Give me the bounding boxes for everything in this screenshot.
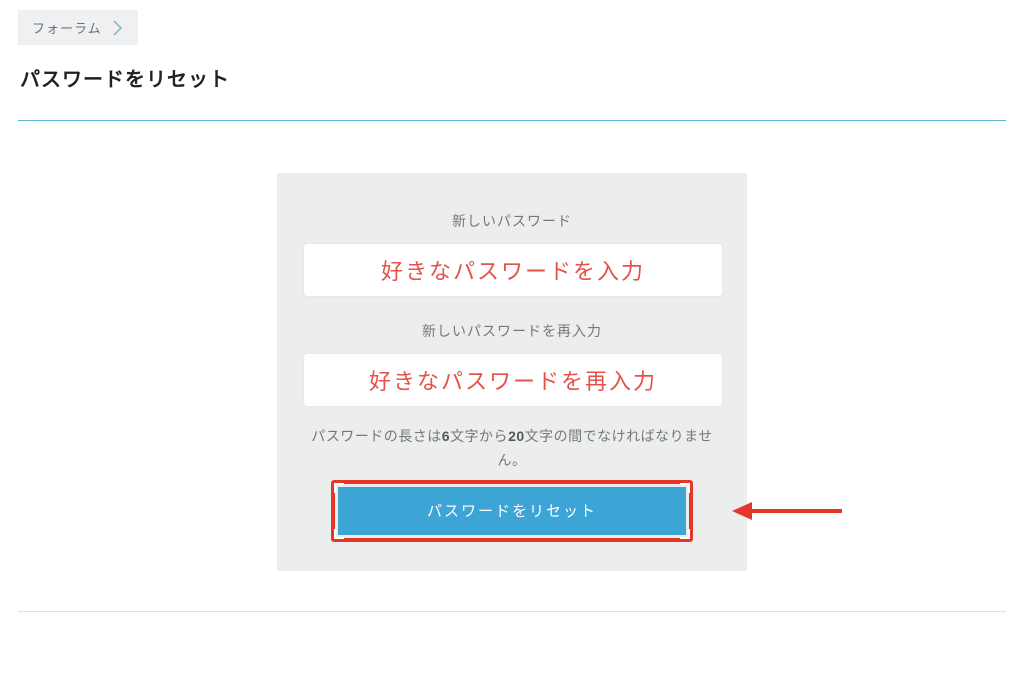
confirm-password-label: 新しいパスワードを再入力 — [303, 321, 721, 341]
annotation-arrow-left-icon — [732, 499, 842, 523]
reset-password-card: 新しいパスワード 新しいパスワードを再入力 パスワードの長さは6文字から20文字… — [277, 173, 747, 571]
reset-password-button[interactable]: パスワードをリセット — [338, 487, 686, 535]
page-title: パスワードをリセット — [20, 63, 1006, 92]
confirm-password-input[interactable] — [303, 353, 723, 407]
divider-top — [18, 120, 1006, 121]
breadcrumb-label: フォーラム — [32, 18, 102, 37]
breadcrumb[interactable]: フォーラム — [18, 10, 138, 45]
help-max: 20 — [508, 428, 525, 444]
help-prefix: パスワードの長さは — [311, 428, 442, 444]
help-mid: 文字から — [450, 428, 508, 444]
new-password-label: 新しいパスワード — [303, 211, 721, 231]
divider-bottom — [18, 611, 1006, 612]
chevron-right-icon — [112, 20, 124, 36]
new-password-input[interactable] — [303, 243, 723, 297]
password-help-text: パスワードの長さは6文字から20文字の間でなければなりません。 — [303, 425, 721, 473]
help-suffix: 文字の間でなければなりません。 — [498, 428, 713, 468]
help-min: 6 — [442, 428, 450, 444]
